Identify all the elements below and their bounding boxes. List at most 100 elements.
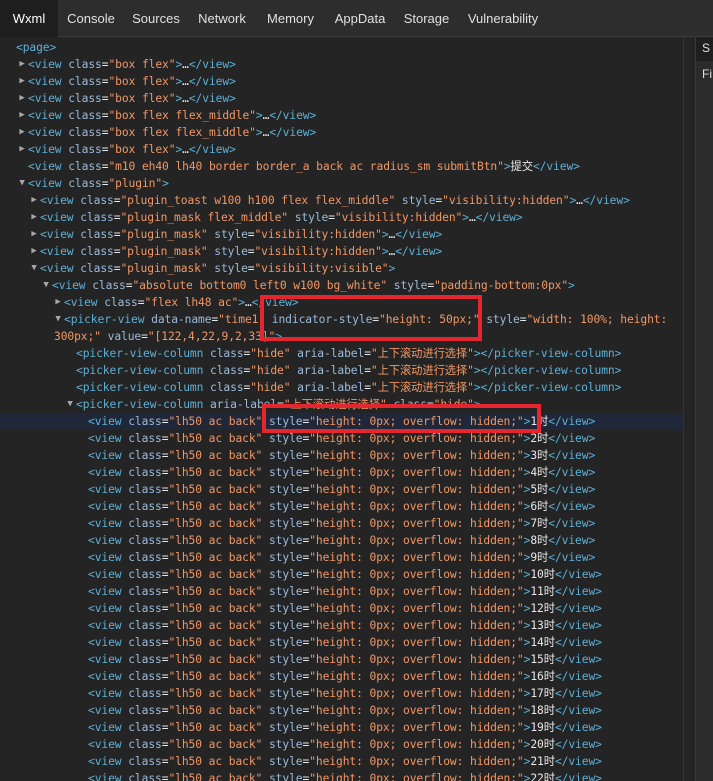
node-code: <picker-view-column class = "hide" aria-la… [76,362,621,379]
tab-vulnerability[interactable]: Vulnerability [458,0,548,36]
hour-row[interactable]: <view class="lh50 ac back" style="height… [0,413,695,430]
tree-scrollbar[interactable] [683,37,695,781]
token: <view [88,772,129,781]
collapse-caret-icon[interactable]: ▶ [17,73,27,90]
class-value: "lh50 ac back" [168,568,263,581]
hour-label: 6时 [530,500,549,513]
tab-wxml[interactable]: Wxml [0,0,58,37]
collapse-caret-icon[interactable]: ▶ [29,226,39,243]
tree-node[interactable]: ▼ <view class = "absolute bottom0 left0 w10… [0,277,695,294]
hour-row[interactable]: <view class="lh50 ac back" style="height… [0,736,695,753]
tree-node[interactable]: ▶ <view class="flex lh48 ac">…</view> [0,294,695,311]
collapse-caret-icon[interactable]: ▶ [29,243,39,260]
collapse-caret-icon[interactable]: ▶ [17,107,27,124]
hour-row[interactable]: <view class="lh50 ac back" style="height… [0,685,695,702]
tree-node[interactable]: ▶ <view class="box flex flex_middle">…</v… [0,107,695,124]
token: > [238,296,245,309]
tree-node[interactable]: ▼ <view class="plugin_mask" style="visibi… [0,260,695,277]
hour-row[interactable]: <view class="lh50 ac back" style="height… [0,600,695,617]
hour-row[interactable]: <view class="lh50 ac back" style="height… [0,464,695,481]
tree-node[interactable]: <page> [0,39,695,56]
class-value: "lh50 ac back" [168,551,263,564]
tree-node[interactable]: <picker-view-column class = "hide" aria-la… [0,362,695,379]
hour-row[interactable]: <view class="lh50 ac back" style="height… [0,719,695,736]
expand-caret-icon[interactable]: ▼ [17,175,27,192]
token: </view> [554,687,602,700]
tree-node[interactable]: ▶ <view class="box flex flex_middle">…</v… [0,124,695,141]
token: … [182,75,189,88]
tree-node[interactable]: ▶ <view class="box flex">…</view> [0,90,695,107]
hour-row[interactable]: <view class="lh50 ac back" style="height… [0,515,695,532]
hour-row[interactable]: <view class="lh50 ac back" style="height… [0,651,695,668]
hour-row[interactable]: <view class="lh50 ac back" style="height… [0,770,695,781]
token: "上下滚动进行选择" [283,398,387,411]
tree-node[interactable]: <view class="m10 eh40 lh40 border border… [0,158,695,175]
collapse-caret-icon[interactable]: ▶ [17,124,27,141]
collapse-caret-icon[interactable]: ▶ [29,192,39,209]
token: = [328,211,335,224]
node-code: <view class="box flex">…</view> [28,56,236,73]
tab-console[interactable]: Console [58,0,124,36]
node-code: <view class = "absolute bottom0 left0 w100… [52,277,575,294]
token: class [68,58,102,71]
tree-node[interactable]: ▶ <view class="plugin_mask" style="visibi… [0,226,695,243]
style-value: "height: 0px; overflow: hidden;" [309,670,524,683]
hour-row[interactable]: <view class="lh50 ac back" style="height… [0,430,695,447]
tree-node[interactable]: ▶ <view class="box flex">…</view> [0,73,695,90]
tree-node[interactable]: ▼ <picker-view data-name="time1" indicato… [0,311,695,345]
tree-node[interactable]: <picker-view-column class = "hide" aria-la… [0,379,695,396]
tree-node[interactable]: ▼ <picker-view-column aria-label="上下滚动进行选… [0,396,695,413]
expand-caret-icon[interactable]: ▼ [41,277,51,294]
collapse-caret-icon[interactable]: ▶ [53,294,63,311]
token: <view [88,568,129,581]
hour-row[interactable]: <view class="lh50 ac back" style="height… [0,498,695,515]
tree-node[interactable]: ▶ <view class="box flex">…</view> [0,141,695,158]
hour-row[interactable]: <view class="lh50 ac back" style="height… [0,566,695,583]
expand-caret-icon[interactable]: ▼ [29,260,39,277]
tab-network[interactable]: Network [188,0,256,36]
hour-row[interactable]: <view class="lh50 ac back" style="height… [0,702,695,719]
wxml-tree: <page> ▶ <view class="box flex">…</view> ▶ <… [0,37,695,781]
node-code: <view class="plugin_toast w100 h100 flex… [40,192,630,209]
style-value: "height: 0px; overflow: hidden;" [309,772,524,781]
token: class [128,415,162,428]
tab-appdata[interactable]: AppData [325,0,395,36]
token: > [568,279,575,292]
token: class [128,602,162,615]
token: > [275,330,282,343]
collapse-caret-icon[interactable]: ▶ [17,90,27,107]
expand-caret-icon[interactable]: ▼ [65,396,75,413]
tree-node[interactable]: <picker-view-column class = "hide" aria-la… [0,345,695,362]
collapse-caret-icon[interactable]: ▶ [29,209,39,226]
hour-row[interactable]: <view class="lh50 ac back" style="height… [0,447,695,464]
token: aria-label [210,398,278,411]
style-value: "height: 0px; overflow: hidden;" [309,568,524,581]
tab-storage[interactable]: Storage [395,0,458,36]
class-value: "lh50 ac back" [168,483,263,496]
hour-row[interactable]: <view class="lh50 ac back" style="height… [0,549,695,566]
hour-row[interactable]: <view class="lh50 ac back" style="height… [0,668,695,685]
tree-node[interactable]: ▼ <view class="plugin"> [0,175,695,192]
tab-sources[interactable]: Sources [124,0,188,36]
hour-row[interactable]: <view class="lh50 ac back" style="height… [0,481,695,498]
tree-node[interactable]: ▶ <view class="box flex">…</view> [0,56,695,73]
tab-memory[interactable]: Memory [256,0,325,36]
tree-node[interactable]: ▶ <view class="plugin_mask" style="visibi… [0,243,695,260]
hour-row[interactable]: <view class="lh50 ac back" style="height… [0,617,695,634]
collapse-caret-icon[interactable]: ▶ [17,141,27,158]
tree-node[interactable]: ▶ <view class="plugin_toast w100 h100 fle… [0,192,695,209]
hour-row[interactable]: <view class="lh50 ac back" style="height… [0,634,695,651]
node-code: <view class="box flex">…</view> [28,73,236,90]
collapse-caret-icon[interactable]: ▶ [17,56,27,73]
tree-node[interactable]: ▶ <view class = "plugin_mask flex_middle" s… [0,209,695,226]
hour-row[interactable]: <view class="lh50 ac back" style="height… [0,753,695,770]
hour-label: 17时 [530,687,555,700]
hour-row[interactable]: <view class="lh50 ac back" style="height… [0,532,695,549]
hour-row[interactable]: <view class="lh50 ac back" style="height… [0,583,695,600]
